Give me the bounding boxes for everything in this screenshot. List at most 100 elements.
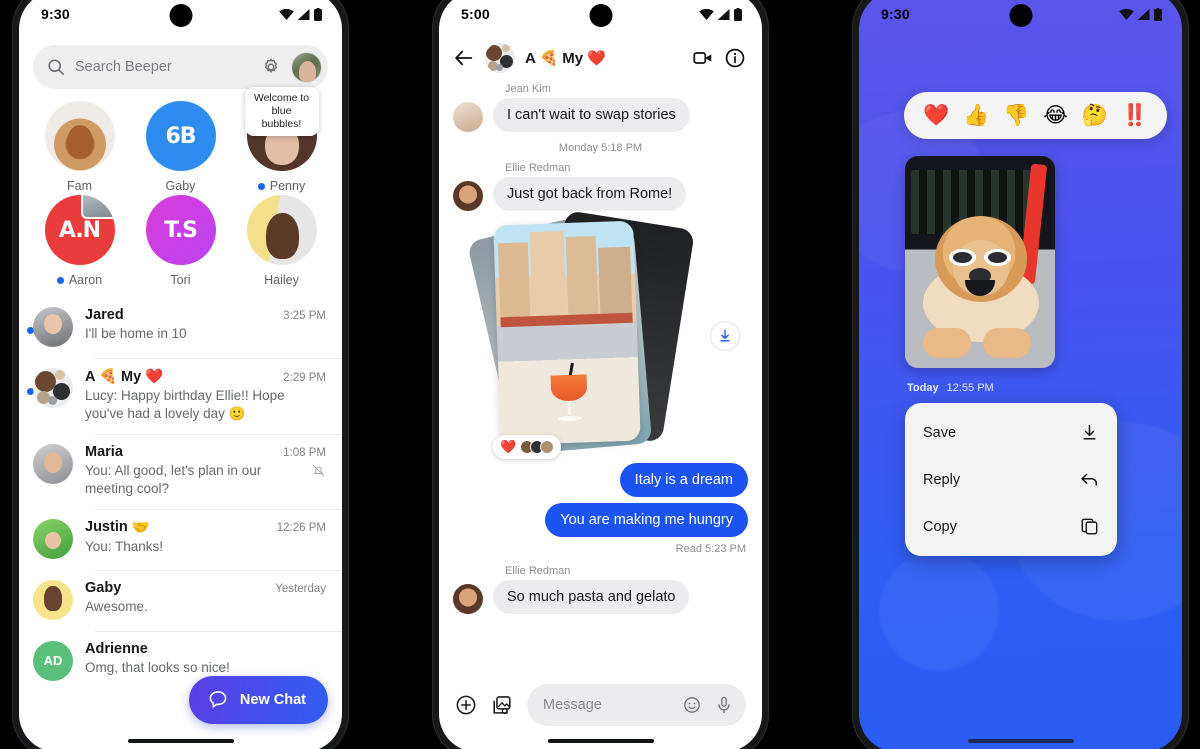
avatar: T.S — [145, 195, 216, 265]
pinned-chat-aaron[interactable]: A.N Aaron — [29, 195, 130, 287]
search-bar[interactable]: Search Beeper — [33, 45, 328, 89]
context-menu-item-copy[interactable]: Copy — [905, 503, 1117, 550]
profile-avatar[interactable] — [291, 51, 322, 83]
pinned-name: Tori — [170, 273, 191, 287]
reply-arrow-icon — [1081, 473, 1098, 486]
microphone-icon[interactable] — [714, 695, 734, 715]
chat-preview: I'll be home in 10 — [85, 325, 326, 343]
phone-left-inbox: 9:30 Search Beeper Fam 6B Gaby Welcome t… — [12, 0, 349, 749]
photo-message[interactable] — [905, 156, 1055, 368]
list-item-header: Maria 1:08 PM — [85, 444, 326, 460]
status-bar-left: 9:30 — [19, 0, 342, 37]
context-menu-item-reply[interactable]: Reply — [905, 456, 1117, 503]
avatar — [33, 307, 73, 347]
chat-preview: Omg, that looks so nice! — [85, 659, 326, 677]
download-button[interactable] — [710, 321, 740, 351]
message-bubble[interactable]: You are making me hungry — [545, 503, 748, 537]
list-item[interactable]: Maria 1:08 PM You: All good, let's plan … — [19, 433, 342, 509]
search-icon — [48, 59, 65, 76]
reaction-thumbsdown-icon[interactable]: 👎 — [1003, 105, 1029, 126]
message-outgoing[interactable]: You are making me hungry — [453, 503, 748, 537]
photo-gallery-icon[interactable] — [491, 694, 513, 716]
message-reaction-chip[interactable]: ❤️ — [493, 435, 562, 459]
context-menu-item-save[interactable]: Save — [905, 409, 1117, 456]
reaction-thumbsup-icon[interactable]: 👍 — [963, 105, 989, 126]
message-outgoing[interactable]: Italy is a dream — [453, 463, 748, 497]
gear-icon[interactable] — [261, 57, 281, 77]
back-arrow-icon[interactable] — [453, 47, 475, 69]
chat-preview: Awesome. — [85, 598, 326, 616]
chat-list: Jared 3:25 PM I'll be home in 10 A 🍕 My … — [19, 297, 342, 692]
drink-illustration — [547, 362, 591, 422]
chat-preview-text: Awesome. — [85, 598, 148, 614]
message-bubble[interactable]: I can't wait to swap stories — [493, 98, 690, 132]
chat-preview: You: All good, let's plan in our meeting… — [85, 462, 326, 498]
message-bubble[interactable]: So much pasta and gelato — [493, 580, 690, 614]
chat-preview-text: Omg, that looks so nice! — [85, 659, 230, 675]
plus-circle-icon[interactable] — [455, 694, 477, 716]
reaction-heart-icon[interactable]: ❤️ — [923, 105, 949, 126]
chat-name-emoji: 🤝 — [131, 519, 150, 536]
pinned-chat-tori[interactable]: T.S Tori — [130, 195, 231, 287]
message-input[interactable]: Message — [543, 697, 670, 713]
avatar — [246, 195, 317, 265]
reaction-laugh-icon[interactable]: 😂 — [1043, 105, 1068, 126]
pinned-chat-hailey[interactable]: Hailey — [231, 195, 332, 287]
menu-label: Save — [923, 424, 957, 441]
pinned-name: Aaron — [68, 273, 103, 287]
wifi-icon — [699, 8, 714, 20]
video-call-icon[interactable] — [692, 47, 714, 69]
chat-preview: You: Thanks! — [85, 538, 326, 556]
message-input-field[interactable]: Message — [527, 684, 746, 726]
reaction-exclamation-icon[interactable]: ‼️ — [1122, 105, 1148, 126]
message-incoming[interactable]: Just got back from Rome! — [453, 177, 748, 211]
camera-punch-hole — [169, 4, 192, 27]
pinned-chat-label: Tori — [170, 273, 190, 287]
message-incoming[interactable]: So much pasta and gelato — [453, 580, 748, 614]
message-incoming[interactable]: I can't wait to swap stories — [453, 98, 748, 132]
copy-icon — [1081, 518, 1098, 535]
mute-bell-icon — [312, 464, 325, 477]
info-icon[interactable] — [724, 47, 746, 69]
new-chat-label: New Chat — [239, 692, 306, 708]
list-item-body: Adrienne Omg, that looks so nice! — [85, 641, 326, 677]
list-item[interactable]: Jared 3:25 PM I'll be home in 10 — [19, 297, 342, 358]
message-timestamp: Monday 5:18 PM — [558, 142, 643, 154]
avatar: A.N — [44, 195, 115, 265]
avatar: AD — [33, 640, 73, 681]
status-time: 5:00 — [461, 6, 490, 22]
chat-time: 3:25 PM — [283, 310, 326, 322]
message-bubble[interactable]: Italy is a dream — [619, 463, 748, 497]
emoji-smiley-icon[interactable] — [682, 695, 702, 715]
download-icon — [720, 329, 730, 342]
wifi-icon — [279, 8, 294, 20]
new-chat-button[interactable]: New Chat — [188, 676, 328, 724]
pinned-chat-penny[interactable]: Welcome to blue bubbles! Penny — [231, 87, 332, 193]
reaction-thinking-icon[interactable]: 🤔 — [1082, 105, 1108, 126]
search-input[interactable]: Search Beeper — [75, 59, 251, 75]
photo-card-front[interactable] — [493, 220, 641, 446]
pinned-chat-fam[interactable]: Fam — [29, 101, 130, 193]
photo-attachment-stack[interactable]: ❤️ — [453, 210, 748, 459]
wifi-icon — [1119, 8, 1134, 20]
pinned-chats-grid: Fam 6B Gaby Welcome to blue bubbles! Pen… — [19, 87, 342, 289]
home-indicator — [127, 739, 234, 743]
chat-time: 1:08 PM — [283, 446, 326, 459]
phone-middle-conversation: 5:00 A 🍕 My ❤️ Jean Kim I can't wait to … — [432, 0, 769, 749]
list-item-body: Maria 1:08 PM You: All good, let's plan … — [85, 444, 326, 498]
list-item[interactable]: Gaby Yesterday Awesome. — [19, 569, 342, 631]
pinned-chat-gaby[interactable]: 6B Gaby — [130, 101, 231, 193]
list-item[interactable]: Justin 🤝 12:26 PM You: Thanks! — [19, 508, 342, 570]
avatar — [33, 443, 73, 484]
list-item[interactable]: A 🍕 My ❤️ 2:29 PM Lucy: Happy birthday E… — [19, 358, 342, 434]
battery-icon — [1154, 7, 1162, 21]
attachment-preview-badge — [80, 195, 115, 219]
list-item-body: Gaby Yesterday Awesome. — [85, 580, 326, 616]
menu-label: Copy — [923, 518, 957, 535]
status-time: 9:30 — [881, 6, 910, 22]
message-bubble[interactable]: Just got back from Rome! — [493, 177, 687, 211]
pinned-name: Fam — [67, 179, 92, 193]
group-avatar[interactable] — [485, 43, 515, 73]
list-item-header: Gaby Yesterday — [85, 580, 326, 596]
avatar-initials: AD — [43, 653, 63, 669]
